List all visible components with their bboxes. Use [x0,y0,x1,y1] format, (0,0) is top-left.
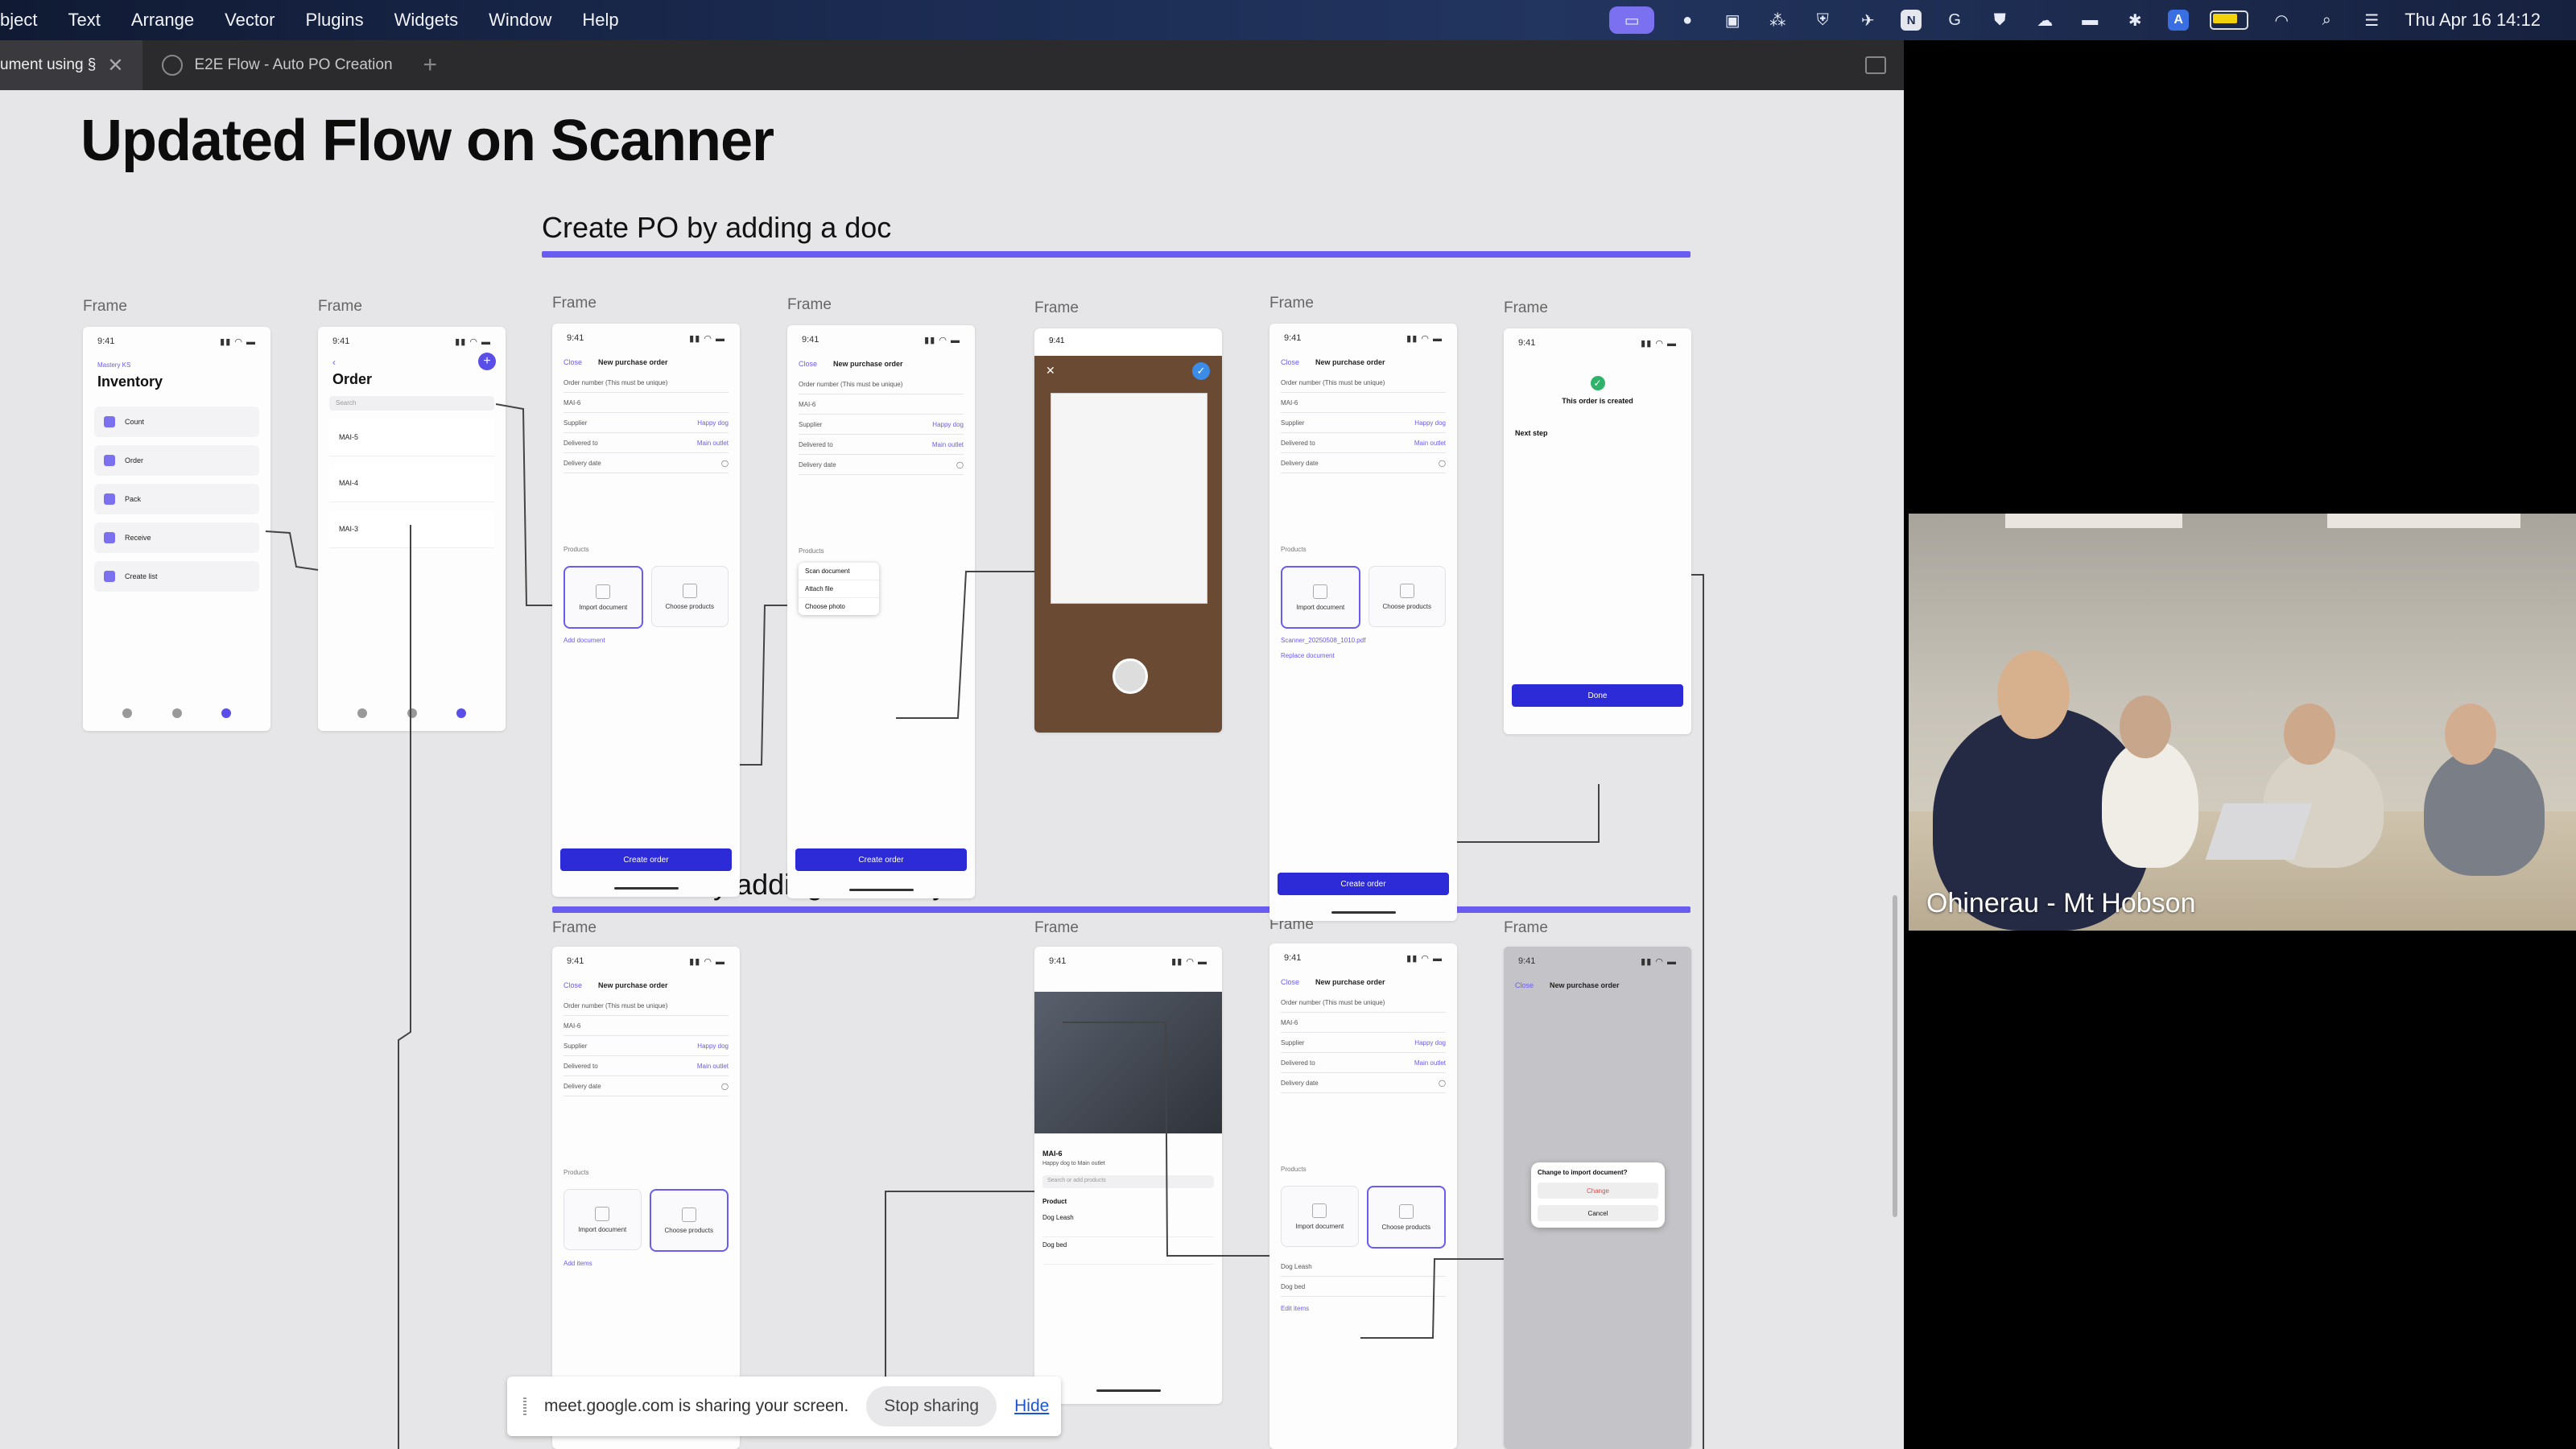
connector-inventory-order [265,530,319,571]
display-icon[interactable]: ▬ [2078,8,2102,32]
share-message: meet.google.com is sharing your screen. [544,1397,849,1415]
participant-name: Ohinerau - Mt Hobson [1926,888,2196,919]
grammarly-icon[interactable]: G [1942,8,1967,32]
tab-document[interactable]: ument using § ✕ [0,40,143,90]
shield-icon[interactable]: ⛨ [1810,8,1835,32]
menu-item-vector[interactable]: Vector [225,10,275,31]
notes-icon[interactable]: ▣ [1720,8,1744,32]
menu-item-plugins[interactable]: Plugins [306,10,364,31]
tab-label: E2E Flow - Auto PO Creation [194,56,393,73]
tab-bar: ument using § ✕ E2E Flow - Auto PO Creat… [0,40,1904,90]
menu-clock[interactable]: Thu Apr 16 14:12 [2405,10,2541,31]
drag-handle-icon[interactable] [523,1397,526,1415]
hide-link[interactable]: Hide [1014,1397,1049,1416]
flow-connectors [265,403,1704,1449]
connector-form-attach [740,605,787,766]
menu-item-window[interactable]: Window [489,10,551,31]
scrollbar[interactable] [1893,895,1897,1217]
cloud-icon[interactable]: ☁ [2033,8,2057,32]
participant-head [2120,696,2171,758]
connector-attached-created [1457,784,1600,843]
screen-share-bar: meet.google.com is sharing your screen. … [507,1377,1061,1436]
wifi-icon[interactable]: ◠ [2269,8,2293,32]
participant-body [2424,747,2545,876]
design-canvas[interactable]: Updated Flow on Scanner Create PO by add… [0,90,1904,1449]
search-icon[interactable]: ⌕ [2314,8,2339,32]
menu-item-text[interactable]: Text [68,10,100,31]
notion-icon[interactable]: N [1901,10,1922,31]
connector-products-modal [1360,1258,1504,1339]
menu-bar: bject Text Arrange Vector Plugins Widget… [0,0,2576,40]
close-icon[interactable]: ✕ [107,54,123,77]
menu-item-help[interactable]: Help [582,10,618,31]
participant-head [2445,704,2496,765]
connector-attach-scanner [896,571,1034,719]
battery-icon[interactable] [2210,10,2249,30]
new-tab-button[interactable]: + [412,52,449,79]
tab-e2e-flow[interactable]: E2E Flow - Auto PO Creation [142,40,411,90]
connector-scanner-products [1063,1022,1269,1257]
connector-order-manual [398,525,411,1449]
participant-head [2284,704,2335,765]
screen-share-icon[interactable]: ▭ [1609,6,1655,34]
bluetooth-icon[interactable]: ✱ [2123,8,2147,32]
ceiling-light [2005,514,2182,528]
stop-sharing-button[interactable]: Stop sharing [866,1386,997,1426]
panel-toggle-icon[interactable] [1865,56,1886,74]
grid-icon[interactable]: ⁂ [1765,8,1790,32]
connector-manual-scanner [732,1191,1034,1392]
connector-created-return [1691,574,1704,1449]
connector-order-form [495,403,552,606]
menu-item-widgets[interactable]: Widgets [394,10,458,31]
menu-item-object[interactable]: bject [0,10,37,31]
participant-body [2102,739,2198,868]
airplane-icon[interactable]: ✈ [1856,8,1880,32]
ceiling-light [2327,514,2520,528]
figma-file-icon [162,55,184,76]
participant-head [1997,650,2070,739]
vpn-icon[interactable]: ⛊ [1988,8,2012,32]
participant-video-tile[interactable]: Ohinerau - Mt Hobson [1909,514,2576,931]
messages-icon[interactable]: ● [1675,8,1699,32]
shared-screen-window: ument using § ✕ E2E Flow - Auto PO Creat… [0,40,1904,1449]
menu-item-arrange[interactable]: Arrange [131,10,194,31]
control-center-icon[interactable]: ☰ [2359,8,2384,32]
tab-label: ument using § [0,56,97,73]
azure-icon[interactable]: A [2168,10,2190,31]
laptop [2205,803,2313,860]
